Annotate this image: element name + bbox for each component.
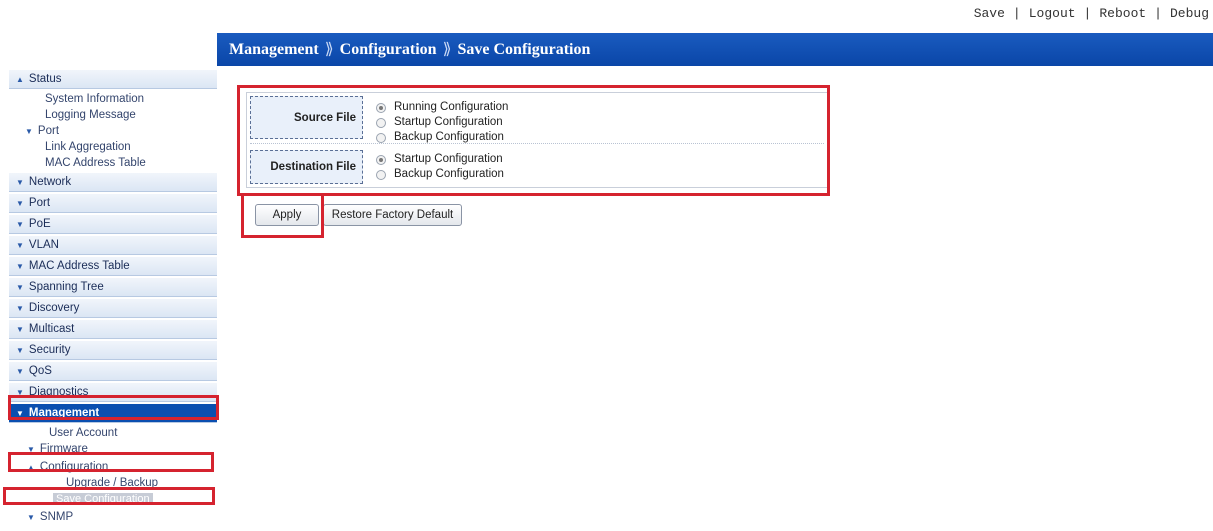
menu-label: VLAN [28, 239, 59, 251]
menu-item-link-aggregation[interactable]: Link Aggregation [9, 139, 217, 155]
breadcrumb: Management ⟫ Configuration ⟫ Save Configurat… [217, 33, 1213, 66]
menu-item-port-sub[interactable]: ▼ Port [9, 123, 217, 139]
menu-network[interactable]: ▼ Network [9, 173, 217, 192]
chevron-up-icon: ▲ [16, 75, 24, 84]
menu-security[interactable]: ▼ Security [9, 341, 217, 360]
menu-port[interactable]: ▼ Port [9, 194, 217, 213]
highlight-management-box [8, 395, 219, 420]
chevron-down-icon: ▼ [27, 513, 35, 522]
save-link[interactable]: Save [974, 6, 1005, 21]
breadcrumb-management: Management [229, 41, 319, 58]
menu-label: Discovery [28, 302, 80, 314]
chevron-down-icon: ▼ [16, 199, 24, 208]
menu-qos[interactable]: ▼ QoS [9, 362, 217, 381]
menu-item-user-account[interactable]: User Account [9, 425, 217, 441]
chevron-down-icon: ▼ [16, 346, 24, 355]
chevron-down-icon: ▼ [16, 220, 24, 229]
chevron-down-icon: ▼ [16, 325, 24, 334]
breadcrumb-chevron-icon: ⟫ [324, 41, 334, 58]
highlight-apply-box [241, 193, 324, 238]
chevron-down-icon: ▼ [16, 241, 24, 250]
menu-label: Port [37, 125, 60, 137]
menu-status[interactable]: ▲ Status [9, 70, 217, 89]
menu-label: QoS [28, 365, 52, 377]
chevron-down-icon: ▼ [25, 127, 33, 136]
menu-label: Network [28, 176, 72, 188]
menu-label: Spanning Tree [28, 281, 104, 293]
menu-spanning-tree[interactable]: ▼ Spanning Tree [9, 278, 217, 297]
highlight-save-configuration-box [3, 487, 215, 505]
menu-label: Port [28, 197, 51, 209]
top-links: Save | Logout | Reboot | Debug [974, 6, 1209, 21]
menu-label: SNMP [39, 511, 74, 523]
logout-link[interactable]: Logout [1029, 6, 1076, 21]
highlight-form-box [237, 85, 830, 196]
chevron-down-icon: ▼ [16, 304, 24, 313]
breadcrumb-configuration: Configuration [339, 41, 437, 58]
menu-discovery[interactable]: ▼ Discovery [9, 299, 217, 318]
chevron-down-icon: ▼ [16, 178, 24, 187]
highlight-configuration-box [8, 452, 214, 472]
menu-item-system-information[interactable]: System Information [9, 91, 217, 107]
menu-item-snmp[interactable]: ▼ SNMP [9, 509, 217, 525]
restore-factory-default-button[interactable]: Restore Factory Default [323, 204, 462, 226]
link-separator: | [1154, 6, 1162, 21]
breadcrumb-save-configuration: Save Configuration [457, 41, 591, 58]
breadcrumb-chevron-icon: ⟫ [442, 41, 452, 58]
link-separator: | [1083, 6, 1092, 21]
menu-label: PoE [28, 218, 51, 230]
menu-label: Multicast [28, 323, 75, 335]
menu-label: MAC Address Table [28, 260, 130, 272]
link-separator: | [1012, 6, 1021, 21]
menu-item-mac-address-table-sub[interactable]: MAC Address Table [9, 155, 217, 171]
menu-mac-address-table[interactable]: ▼ MAC Address Table [9, 257, 217, 276]
menu-poe[interactable]: ▼ PoE [9, 215, 217, 234]
chevron-down-icon: ▼ [16, 283, 24, 292]
menu-label: Security [28, 344, 71, 356]
menu-label: Status [28, 73, 62, 85]
reboot-link[interactable]: Reboot [1099, 6, 1146, 21]
menu-multicast[interactable]: ▼ Multicast [9, 320, 217, 339]
chevron-down-icon: ▼ [16, 367, 24, 376]
debug-link[interactable]: Debug [1170, 6, 1209, 21]
menu-item-logging-message[interactable]: Logging Message [9, 107, 217, 123]
chevron-down-icon: ▼ [16, 262, 24, 271]
menu-vlan[interactable]: ▼ VLAN [9, 236, 217, 255]
